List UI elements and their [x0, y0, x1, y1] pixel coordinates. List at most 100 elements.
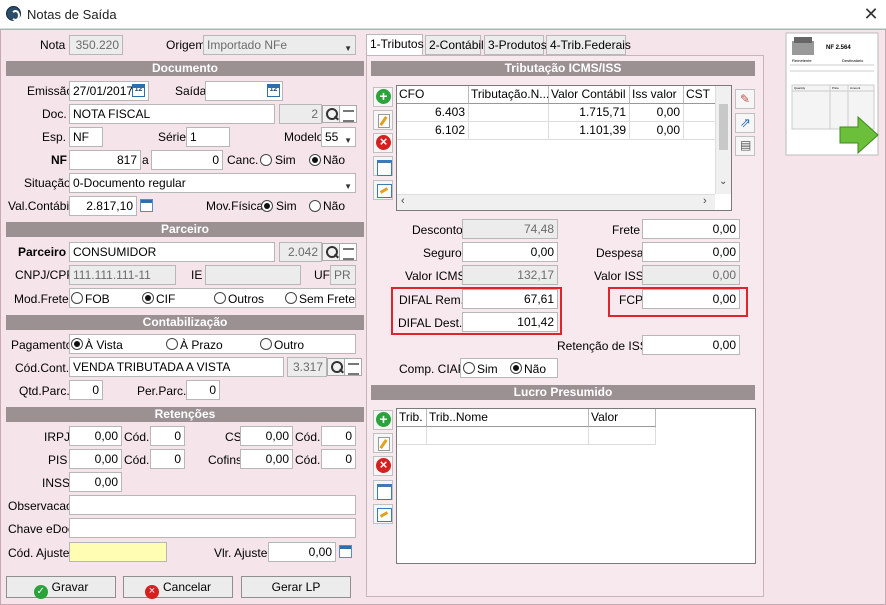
irpj-cod-field[interactable]: 0 [150, 426, 185, 446]
document-icon[interactable] [373, 156, 393, 176]
canc-nao-radio[interactable] [309, 154, 321, 166]
cancelar-button[interactable]: × Cancelar [123, 576, 233, 599]
qtdparc-label: Qtd.Parc. [19, 384, 70, 398]
edit-icon[interactable] [373, 433, 393, 453]
section-parceiro: Parceiro [6, 222, 364, 237]
add-icon[interactable] [373, 87, 393, 107]
tab-produtos[interactable]: 3-Produtos [484, 35, 547, 55]
perparc-field[interactable]: 0 [186, 380, 220, 400]
difalrem-field[interactable]: 67,61 [462, 289, 558, 309]
pag-outro-radio[interactable] [260, 338, 272, 350]
add-icon[interactable] [373, 410, 393, 430]
grid-header[interactable]: Iss valor [630, 86, 684, 104]
valcont-field[interactable]: 2.817,10 [69, 196, 137, 216]
delete-icon[interactable] [373, 133, 393, 153]
despesa-field[interactable]: 0,00 [642, 242, 740, 262]
grid-header[interactable]: CFO [397, 86, 469, 104]
nota-field[interactable]: 350.220 [69, 35, 123, 55]
lucro-grid[interactable]: Trib. Trib..Nome Valor [396, 408, 756, 564]
grid-header[interactable]: Trib. [397, 409, 427, 427]
serie-field[interactable]: 1 [186, 127, 230, 147]
export-icon[interactable]: ⇗ [735, 113, 755, 133]
irpj-field[interactable]: 0,00 [69, 426, 122, 446]
ciap-nao-radio[interactable] [510, 362, 522, 374]
cofins-field[interactable]: 0,00 [240, 449, 293, 469]
pag-avista-radio[interactable] [71, 338, 83, 350]
difaldest-field[interactable]: 101,42 [462, 312, 558, 332]
frete-semfrete-radio[interactable] [285, 292, 297, 304]
retiss-field[interactable]: 0,00 [642, 335, 740, 355]
frete-outros-radio[interactable] [214, 292, 226, 304]
chevron-down-icon[interactable]: ⌄ [719, 176, 727, 187]
grid-header[interactable]: Valor Contábil [549, 86, 630, 104]
frete-cif-radio[interactable] [142, 292, 154, 304]
pis-cod-field[interactable]: 0 [150, 449, 185, 469]
vertical-scrollbar[interactable]: ⌄ [715, 86, 731, 194]
cs-cod-field[interactable]: 0 [321, 426, 356, 446]
origem-select[interactable]: Importado NFe ▼ [203, 35, 356, 55]
document-edit-icon[interactable] [373, 180, 393, 200]
cofins-cod-field[interactable]: 0 [321, 449, 356, 469]
seguro-field[interactable]: 0,00 [462, 242, 558, 262]
horizontal-scrollbar[interactable]: ‹ › [397, 194, 715, 210]
tributacao-grid[interactable]: CFO Tributação.N... Valor Contábil Iss v… [396, 85, 732, 211]
calculator-icon[interactable] [140, 199, 153, 212]
calculator-icon[interactable] [339, 545, 352, 558]
calendar-icon[interactable]: 12 [267, 84, 280, 97]
document-icon[interactable] [373, 480, 393, 500]
parceiro-field[interactable]: CONSUMIDOR [69, 242, 275, 262]
list-icon[interactable] [339, 105, 357, 123]
obs-field[interactable] [69, 495, 356, 515]
pag-aprazo-radio[interactable] [166, 338, 178, 350]
codajuste-field[interactable] [69, 542, 167, 562]
calendar-icon[interactable]: 12 [132, 84, 145, 97]
tools-icon[interactable]: ✎ [735, 89, 755, 109]
gerar-lp-button[interactable]: Gerar LP [241, 576, 351, 598]
nf-to-field[interactable]: 0 [151, 150, 223, 170]
delete-icon[interactable] [373, 456, 393, 476]
close-icon[interactable]: ✕ [860, 3, 882, 25]
modelo-select[interactable]: 55 ▼ [321, 127, 356, 147]
frete-field[interactable]: 0,00 [642, 219, 740, 239]
grid-header[interactable]: Trib..Nome [427, 409, 589, 427]
grid-cell [469, 122, 549, 140]
codcont-field[interactable]: VENDA TRIBUTADA A VISTA [69, 357, 284, 377]
vlrajuste-field[interactable]: 0,00 [268, 542, 336, 562]
obs-label: Observacao [8, 499, 73, 513]
doc-field[interactable]: NOTA FISCAL [69, 104, 275, 124]
tab-contabil[interactable]: 2-Contábil [425, 35, 484, 55]
chevron-right-icon[interactable]: › [703, 195, 707, 207]
list-icon[interactable] [339, 243, 357, 261]
edit-icon[interactable] [373, 110, 393, 130]
pis-field[interactable]: 0,00 [69, 449, 122, 469]
movfis-sim-radio[interactable] [261, 200, 273, 212]
search-icon[interactable] [327, 358, 345, 376]
chevron-left-icon[interactable]: ‹ [401, 195, 405, 207]
grid-header[interactable]: Valor [589, 409, 656, 427]
fcp-field[interactable]: 0,00 [642, 289, 740, 309]
search-icon[interactable] [322, 105, 340, 123]
nf-field[interactable]: 817 [69, 150, 141, 170]
tab-tributos[interactable]: 1-Tributos [366, 34, 424, 56]
serie-label: Série [158, 130, 187, 144]
scroll-thumb[interactable] [719, 104, 728, 150]
gravar-button[interactable]: ✓ Gravar [6, 576, 116, 599]
movfis-nao-radio[interactable] [309, 200, 321, 212]
nf-image-amount: Amount [850, 86, 861, 90]
document-edit-icon[interactable] [373, 504, 393, 524]
inss-field[interactable]: 0,00 [69, 472, 122, 492]
esp-field[interactable]: NF [69, 127, 103, 147]
search-icon[interactable] [322, 243, 340, 261]
ciap-sim-radio[interactable] [463, 362, 475, 374]
qtdparc-field[interactable]: 0 [69, 380, 103, 400]
cs-field[interactable]: 0,00 [240, 426, 293, 446]
list-icon[interactable] [344, 358, 362, 376]
grid-header[interactable]: Tributação.N... [469, 86, 549, 104]
situacao-select[interactable]: 0-Documento regular ▼ [69, 173, 356, 193]
canc-sim-radio[interactable] [260, 154, 272, 166]
grid-header[interactable]: CST [684, 86, 716, 104]
chave-field[interactable] [69, 518, 356, 538]
tab-trib-federais[interactable]: 4-Trib.Federais [546, 35, 631, 55]
print-icon[interactable]: ▤ [735, 136, 755, 156]
frete-fob-radio[interactable] [71, 292, 83, 304]
